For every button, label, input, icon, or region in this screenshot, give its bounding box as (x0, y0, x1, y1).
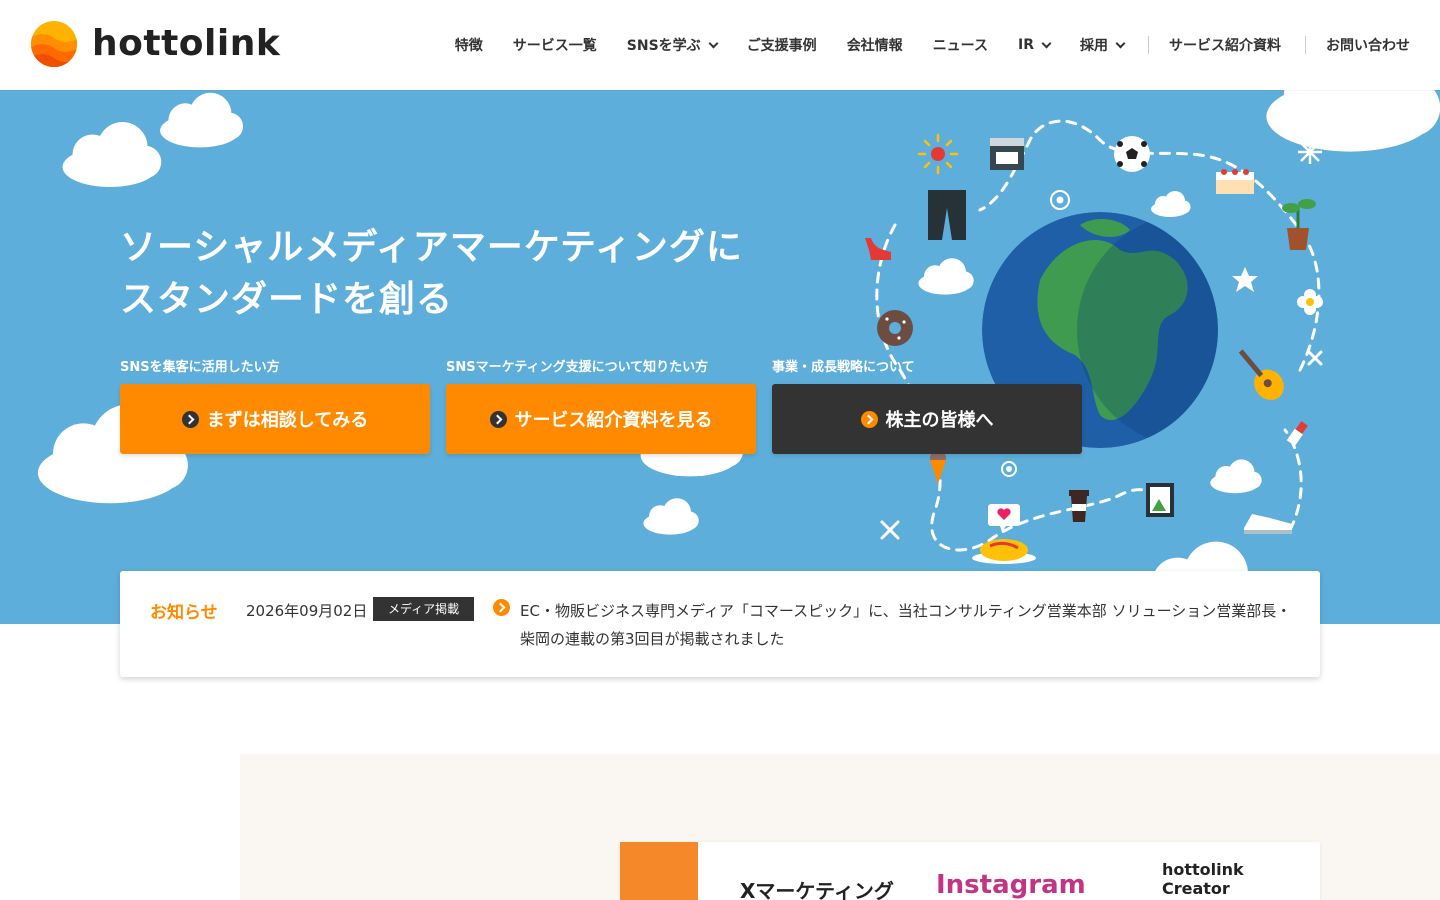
jeans-icon (928, 190, 966, 240)
services-accent-block (620, 842, 698, 900)
chevron-down-icon (708, 38, 719, 48)
hero-title-line: ソーシャルメディアマーケティングに (120, 227, 743, 268)
nav-label: 特徴 (454, 38, 483, 54)
news-card: お知らせ 2026年09月02日 メディア掲載 EC・物販ビジネス専門メディア「… (120, 571, 1320, 677)
coffee-cup-icon (1069, 490, 1089, 522)
cloud (1266, 90, 1440, 152)
nav-item-company[interactable]: 会社情報 (847, 35, 903, 55)
logo[interactable]: hottolink (30, 19, 280, 69)
star-icon (1232, 267, 1258, 292)
sparkle-icon (880, 520, 900, 540)
cloud (160, 92, 244, 148)
nav-item-case-studies[interactable]: ご支援事例 (747, 35, 817, 55)
button-label: 株主の皆様へ (885, 410, 994, 431)
picture-frame-icon (1146, 483, 1174, 517)
service-instagram[interactable]: Instagram (936, 870, 1086, 900)
nav-item-ir[interactable]: IR (1018, 37, 1052, 53)
target-icon (1001, 461, 1017, 477)
plant-icon (1282, 199, 1316, 250)
cta-caption: SNSを集客に活用したい方 (120, 360, 280, 375)
nav-service-doc-link[interactable]: サービス紹介資料 (1169, 35, 1281, 55)
arrow-right-icon (493, 599, 510, 616)
nav-item-recruit[interactable]: 採用 (1080, 35, 1126, 55)
hero-title-line: スタンダードを創る (120, 279, 454, 320)
sun-icon (917, 133, 959, 175)
target-icon (1050, 190, 1070, 210)
hero-section: ソーシャルメディアマーケティングに スタンダードを創る SNSを集客に活用したい… (0, 90, 1440, 624)
service-label: Creator (1162, 879, 1230, 898)
clapperboard-icon (990, 138, 1024, 170)
donut-icon (877, 310, 913, 346)
guitar-icon (1238, 349, 1284, 400)
nav-label: お問い合わせ (1326, 38, 1410, 54)
nav-label: 採用 (1080, 38, 1108, 54)
nav-item-news[interactable]: ニュース (933, 35, 988, 55)
cta-caption: SNSマーケティング支援について知りたい方 (446, 360, 709, 375)
chevron-down-icon (1115, 38, 1126, 48)
nav-item-services[interactable]: サービス一覧 (513, 35, 597, 55)
cloud (1151, 191, 1191, 217)
soccer-ball-icon (1114, 136, 1150, 172)
service-hottolink-creator[interactable]: hottolink Creator (1162, 860, 1244, 898)
cloud (62, 122, 162, 187)
nav-label: サービス一覧 (512, 38, 597, 54)
arrow-right-icon (489, 410, 507, 428)
arrow-right-icon (181, 410, 199, 428)
site-header: hottolink 特徴 サービス一覧 SNSを学ぶ ご支援事例 会社情報 ニュ… (0, 0, 1440, 90)
service-x-marketing[interactable]: Xマーケティング (740, 875, 894, 900)
news-category-badge: メディア掲載 (373, 597, 475, 621)
brand-name: hottolink (92, 23, 281, 64)
services-card: Xマーケティング Instagram hottolink Creator (620, 842, 1320, 900)
nav-item-learn-sns[interactable]: SNSを学ぶ (626, 35, 719, 55)
nav-label: サービス紹介資料 (1169, 38, 1281, 54)
cake-icon (1216, 169, 1254, 194)
omelette-rice-icon (972, 539, 1036, 564)
button-label: サービス紹介資料を見る (514, 410, 713, 431)
news-date: 2026年09月02日 (246, 602, 368, 620)
snowflake-icon (1298, 140, 1322, 164)
cta-caption: 事業・成長戦略について (772, 360, 915, 375)
news-heading: お知らせ (150, 603, 218, 623)
ice-cream-icon (930, 450, 946, 484)
heart-bubble-icon (988, 504, 1020, 532)
main-nav: 特徴 サービス一覧 SNSを学ぶ ご支援事例 会社情報 ニュース IR 採用 サ… (425, 0, 1410, 90)
arrow-right-icon (860, 410, 878, 428)
cloud (918, 258, 974, 295)
nav-contact-link[interactable]: お問い合わせ (1326, 35, 1410, 55)
consult-button[interactable]: まずは相談してみる (120, 384, 430, 454)
nav-label: SNSを学ぶ (626, 38, 701, 54)
cloud (643, 498, 699, 535)
shareholders-button[interactable]: 株主の皆様へ (772, 384, 1082, 454)
sun-logo-icon (31, 21, 77, 67)
nav-divider (1305, 36, 1306, 54)
cloud (1210, 459, 1262, 494)
button-label: まずは相談してみる (206, 410, 369, 431)
nav-label: ご支援事例 (746, 38, 817, 54)
service-doc-button[interactable]: サービス紹介資料を見る (446, 384, 756, 454)
news-link[interactable]: EC・物販ビジネス専門メディア「コマースピック」に、当社コンサルティング営業本部… (520, 597, 1300, 653)
sparkle-icon (1307, 350, 1323, 366)
nav-divider (1148, 36, 1149, 54)
sneaker-icon (1244, 514, 1292, 534)
nav-label: ニュース (932, 38, 988, 54)
nav-label: IR (1018, 37, 1034, 53)
nav-label: 会社情報 (846, 38, 903, 54)
flower-icon (1297, 289, 1323, 315)
lipstick-icon (1286, 421, 1308, 446)
hero-title: ソーシャルメディアマーケティングに スタンダードを創る (120, 222, 743, 326)
chevron-down-icon (1041, 38, 1052, 48)
service-label: hottolink (1162, 860, 1244, 879)
nav-item-features[interactable]: 特徴 (455, 35, 483, 55)
